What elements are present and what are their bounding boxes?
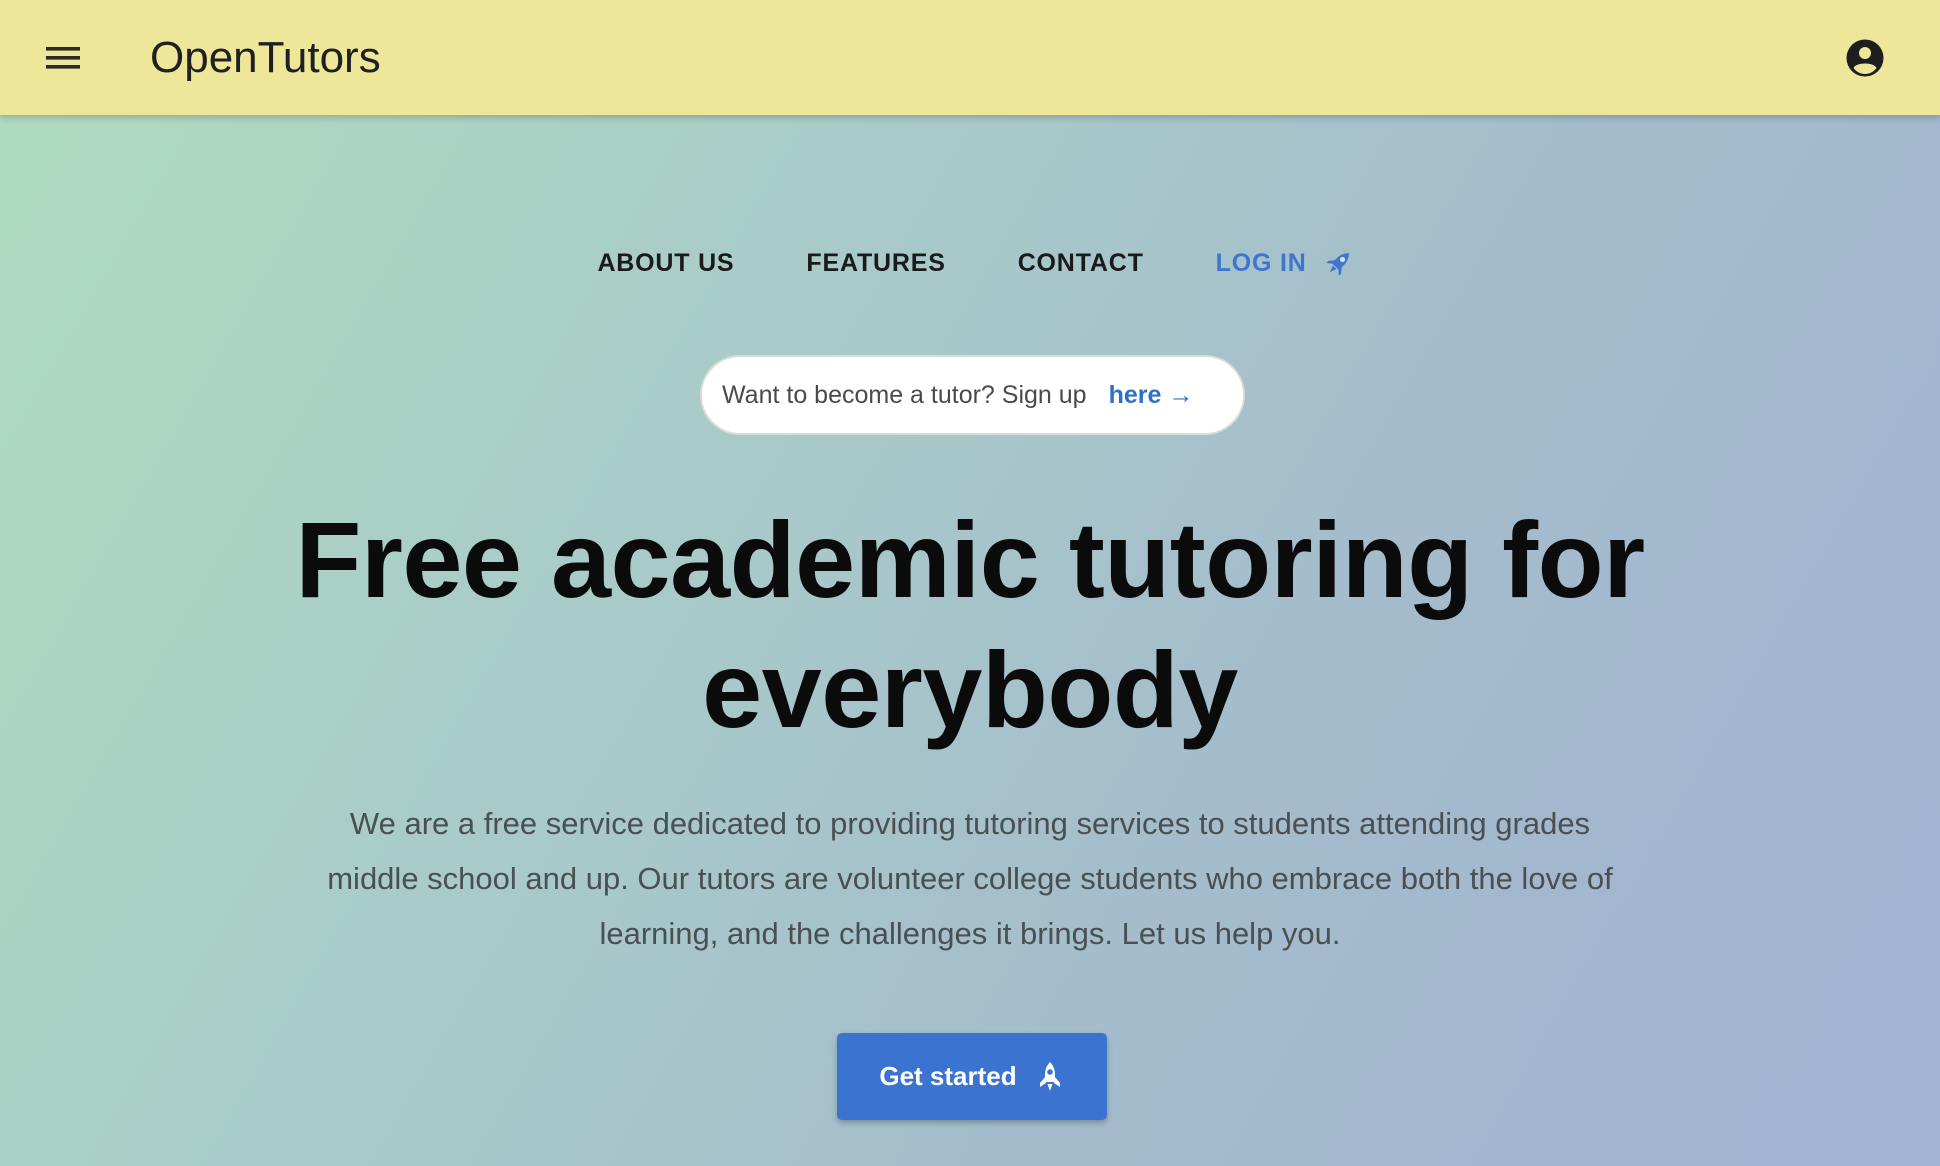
rocket-icon xyxy=(1035,1060,1065,1094)
account-circle-icon xyxy=(1846,39,1884,77)
app-bar: OpenTutors xyxy=(0,0,1940,115)
menu-button[interactable] xyxy=(36,32,92,84)
nav-contact[interactable]: CONTACT xyxy=(1018,249,1144,278)
signup-banner-text: Want to become a tutor? Sign up xyxy=(722,380,1087,409)
get-started-label: Get started xyxy=(879,1061,1017,1091)
hero-headline-line-2: everybody xyxy=(702,629,1238,750)
account-button[interactable] xyxy=(1840,33,1890,83)
get-started-button[interactable]: Get started xyxy=(837,1033,1107,1120)
menu-icon xyxy=(46,47,80,69)
hero-headline: Free academic tutoring for everybody xyxy=(220,495,1720,755)
rocket-icon xyxy=(1325,253,1349,276)
hero-description: We are a free service dedicated to provi… xyxy=(270,796,1670,961)
nav-about-us[interactable]: ABOUT US xyxy=(597,249,734,278)
tutor-signup-banner: Want to become a tutor? Sign up here → xyxy=(700,355,1245,435)
hero-description-line-2: middle school and up. Our tutors are vol… xyxy=(327,861,1613,896)
signup-here-link[interactable]: here → xyxy=(1109,381,1194,410)
hero-headline-line-1: Free academic tutoring for xyxy=(295,499,1645,620)
hero-description-line-1: We are a free service dedicated to provi… xyxy=(349,806,1591,841)
main-nav: ABOUT US FEATURES CONTACT LOG IN xyxy=(0,244,1940,282)
nav-log-in-label: LOG IN xyxy=(1215,248,1307,277)
hero-description-line-3: learning, and the challenges it brings. … xyxy=(599,916,1341,951)
nav-features[interactable]: FEATURES xyxy=(806,249,945,278)
brand-title[interactable]: OpenTutors xyxy=(150,30,381,86)
nav-log-in[interactable]: LOG IN xyxy=(1216,247,1355,279)
